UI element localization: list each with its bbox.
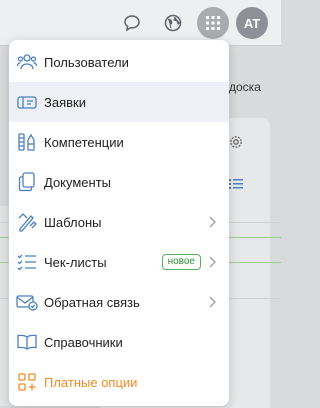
menu-item-competencies[interactable]: Компетенции <box>9 122 229 162</box>
menu-item-label: Компетенции <box>44 134 124 150</box>
feedback-icon <box>16 291 38 313</box>
menu-item-checklists[interactable]: Чек-листы новое <box>9 242 229 282</box>
competencies-icon <box>16 131 38 153</box>
chevron-right-icon <box>209 296 219 308</box>
menu-item-label: Платные опции <box>44 374 138 390</box>
menu-item-label: Заявки <box>44 94 86 110</box>
new-badge: новое <box>161 254 201 270</box>
menu-item-reference-books[interactable]: Справочники <box>9 322 229 362</box>
checklist-icon <box>16 251 38 273</box>
menu-item-label: Пользователи <box>44 54 129 70</box>
list-view-icon[interactable] <box>229 178 243 190</box>
menu-item-feedback[interactable]: Обратная связь <box>9 282 229 322</box>
apps-grid-icon[interactable] <box>197 7 229 39</box>
menu-item-users[interactable]: Пользователи <box>9 42 229 82</box>
book-icon <box>16 331 38 353</box>
chevron-right-icon <box>209 216 219 228</box>
avatar[interactable]: AT <box>236 7 268 39</box>
menu-item-templates[interactable]: Шаблоны <box>9 202 229 242</box>
paid-options-icon <box>16 371 38 393</box>
documents-icon <box>16 171 38 193</box>
menu-item-label: Документы <box>44 174 112 190</box>
menu-item-label: Чек-листы <box>44 254 107 270</box>
ticket-icon <box>16 91 38 113</box>
chat-icon[interactable] <box>117 8 147 38</box>
menu-item-paid-options[interactable]: Платные опции <box>9 362 229 402</box>
board-label: доска <box>229 80 261 94</box>
menu-item-label: Справочники <box>44 334 123 350</box>
menu-item-label: Шаблоны <box>44 214 102 230</box>
apps-menu: Пользователи Заявки Компетенции Документ… <box>9 40 229 406</box>
gear-icon[interactable] <box>229 135 243 149</box>
templates-icon <box>16 211 38 233</box>
menu-item-label: Обратная связь <box>44 294 140 310</box>
menu-item-documents[interactable]: Документы <box>9 162 229 202</box>
users-icon <box>16 51 38 73</box>
chevron-right-icon <box>209 256 219 268</box>
globe-icon[interactable] <box>158 8 188 38</box>
menu-item-requests[interactable]: Заявки <box>9 82 229 122</box>
